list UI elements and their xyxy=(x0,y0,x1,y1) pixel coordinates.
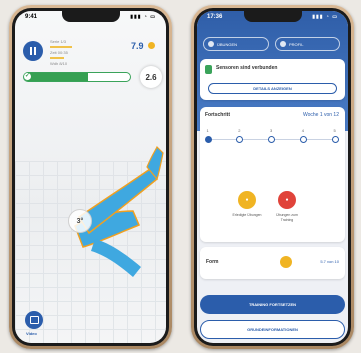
open-exercises-badge[interactable]: ● xyxy=(278,191,296,209)
left-phone-frame: 9:41 ▮▮▮ ◔ ▭ Serie 1/3 Zeit 00:35 Wdh 8/… xyxy=(9,5,172,349)
profile-icon xyxy=(280,41,286,47)
rosette-icon xyxy=(280,256,292,268)
video-label: Video xyxy=(26,331,37,336)
continue-training-button[interactable]: TRAINING FORTSETZEN xyxy=(200,295,345,314)
leg-3d-model xyxy=(74,145,164,277)
open-exercises-label: Übungen zum Training xyxy=(276,213,298,222)
progress-step-dot xyxy=(299,136,307,143)
basic-info-button[interactable]: GRUNDEINFORMATIONEN xyxy=(200,320,345,339)
right-phone-frame: 17:36 ▮▮▮ ◔ ▭ ÜBUNGEN PROFIL Sensoren si… xyxy=(191,5,354,349)
progress-step-number: 3 xyxy=(270,128,273,133)
video-button[interactable] xyxy=(25,311,43,329)
status-time: 17:36 xyxy=(207,14,223,20)
knee-angle-indicator: 3° xyxy=(68,209,92,233)
status-signal-icons: ▮▮▮ ◔ ▭ xyxy=(130,14,156,20)
dashboard-screen: 17:36 ▮▮▮ ◔ ▭ ÜBUNGEN PROFIL Sensoren si… xyxy=(197,11,348,343)
done-exercises-label: Erledigte Übungen xyxy=(232,213,262,217)
status-time: 9:41 xyxy=(25,14,38,20)
done-exercises-badge[interactable]: ● xyxy=(238,191,256,209)
progress-step-dot xyxy=(236,136,244,143)
phone-notch xyxy=(243,11,302,22)
progress-step-number: 4 xyxy=(301,128,304,133)
progress-step-number: 5 xyxy=(333,128,336,133)
exercises-icon xyxy=(208,41,214,47)
progress-step-dot xyxy=(204,136,212,143)
tab-label: PROFIL xyxy=(289,41,304,47)
progress-step-number: 1 xyxy=(206,128,209,133)
leg-lower xyxy=(91,239,141,277)
form-card: Form 5.7 von 10 xyxy=(200,247,345,279)
progress-step-dot xyxy=(268,136,275,143)
check-icon: ✓ xyxy=(24,73,31,80)
sensor-status-text: Sensoren sind verbunden xyxy=(216,65,278,71)
status-signal-icons: ▮▮▮ ◔ ▭ xyxy=(312,14,338,20)
show-details-button[interactable]: DETAILS ANZEIGEN xyxy=(208,83,337,94)
form-label: Form xyxy=(206,259,219,265)
tab-exercises[interactable]: ÜBUNGEN xyxy=(203,37,269,51)
progress-card: Fortschritt Woche 1 von 12 1 2 3 4 5 ● ● Erl… xyxy=(200,107,345,242)
sensor-status-card: Sensoren sind verbunden DETAILS ANZEIGEN xyxy=(200,59,345,100)
progress-step-dot xyxy=(331,136,339,143)
phone-notch xyxy=(61,11,120,22)
form-value: 5.7 von 10 xyxy=(320,259,339,264)
exercise-screen: 9:41 ▮▮▮ ◔ ▭ Serie 1/3 Zeit 00:35 Wdh 8/… xyxy=(15,11,166,343)
tab-profile[interactable]: PROFIL xyxy=(275,37,340,51)
progress-label: Fortschritt xyxy=(205,112,230,118)
tab-label: ÜBUNGEN xyxy=(217,41,238,47)
progress-step-number: 2 xyxy=(238,128,241,133)
week-indicator: Woche 1 von 12 xyxy=(302,112,339,118)
video-icon xyxy=(29,316,39,324)
sensor-icon xyxy=(205,65,212,74)
